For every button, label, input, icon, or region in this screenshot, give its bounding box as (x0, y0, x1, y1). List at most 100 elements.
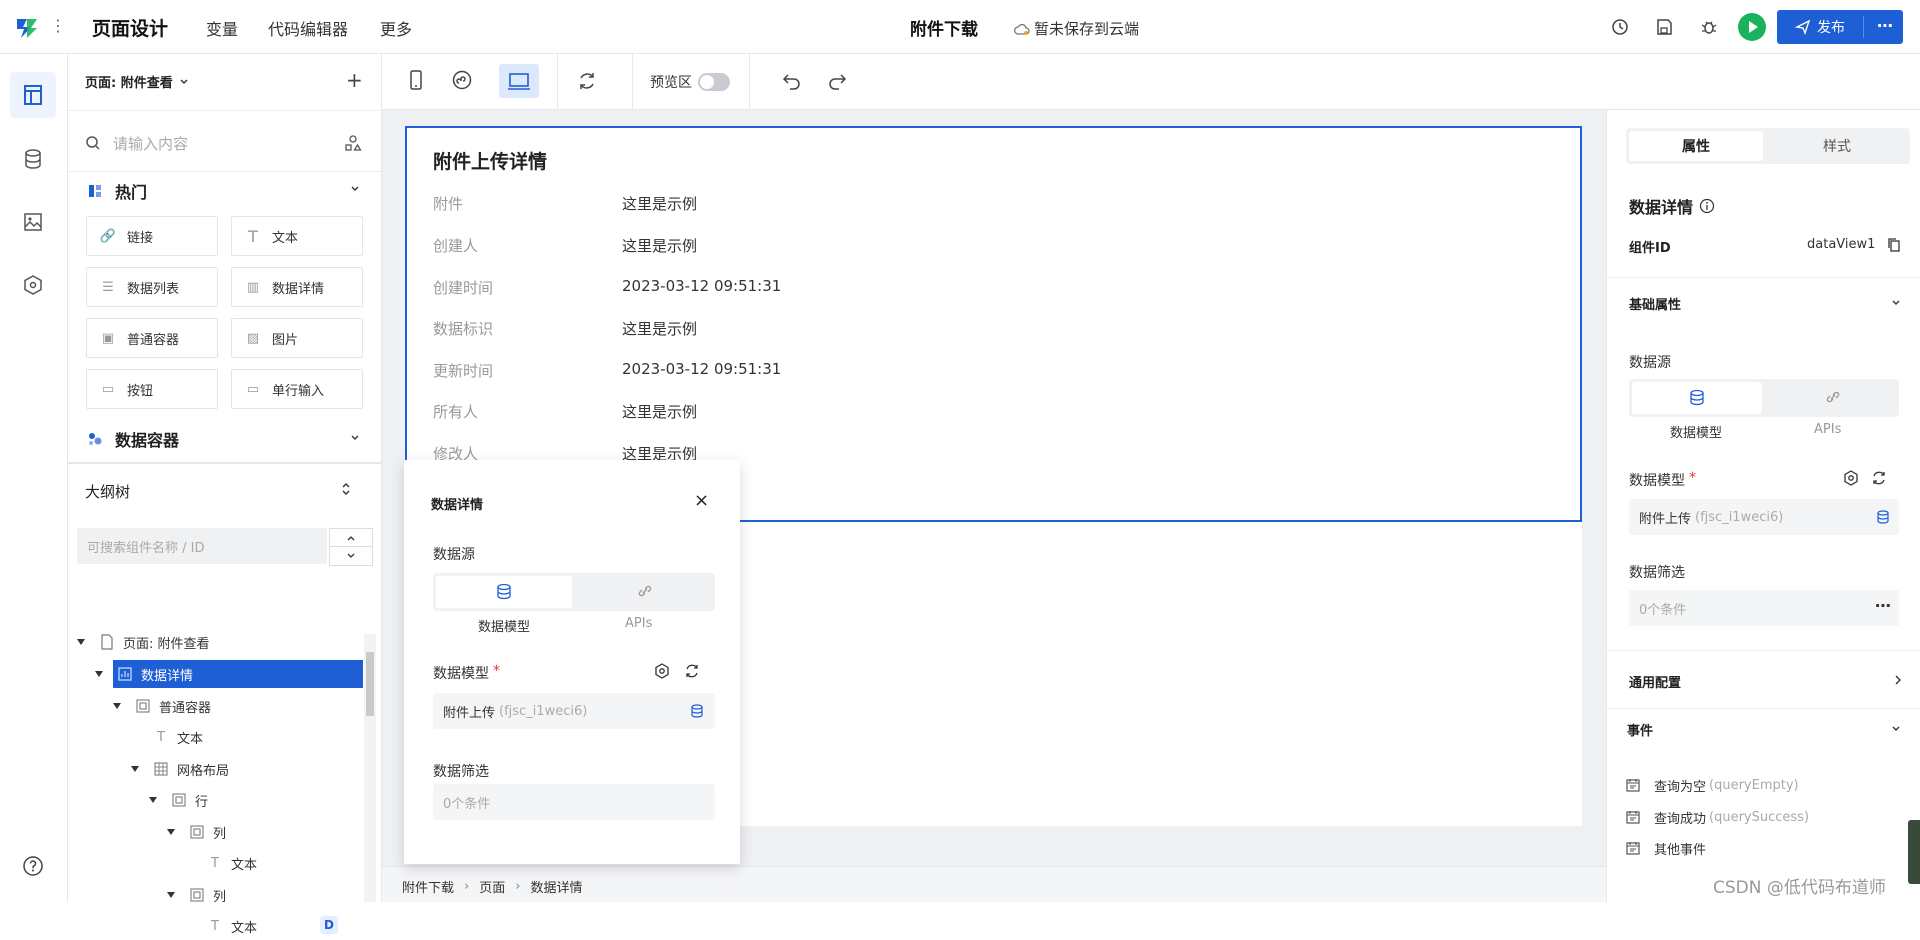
component-library-icon[interactable] (344, 134, 362, 152)
tree-node-text[interactable]: T 文本 (207, 912, 257, 940)
tab-more[interactable]: 更多 (380, 16, 412, 40)
breadcrumb-item[interactable]: 数据详情 (530, 877, 582, 896)
component-search[interactable]: 请输入内容 (85, 128, 365, 158)
popup-option-model[interactable]: 数据模型 (478, 616, 530, 635)
general-section-title[interactable]: 通用配置 (1629, 672, 1681, 691)
page-selector[interactable]: 页面: 附件查看 (85, 72, 189, 91)
event-other[interactable]: 其他事件 (1626, 839, 1706, 858)
hot-section-header[interactable]: 热门 (87, 179, 147, 203)
outline-search-input[interactable]: 可搜索组件名称 / ID (77, 528, 327, 564)
basic-section-title[interactable]: 基础属性 (1629, 294, 1681, 313)
breadcrumb-item[interactable]: 页面 (479, 877, 505, 896)
component-data-list[interactable]: ☰ 数据列表 (86, 267, 218, 307)
component-link[interactable]: 🔗 链接 (86, 216, 218, 256)
collapse-icon[interactable] (340, 481, 352, 497)
info-icon[interactable] (1699, 198, 1715, 214)
desktop-view-button[interactable] (499, 64, 539, 98)
app-menu-icon[interactable]: ⋮ (50, 16, 66, 36)
popup-option-apis[interactable]: APIs (625, 616, 652, 631)
publish-label: 发布 (1817, 20, 1845, 36)
rp-option-apis[interactable]: APIs (1814, 422, 1841, 437)
mobile-view-icon[interactable] (405, 68, 427, 92)
settings-hex-icon[interactable] (22, 274, 44, 296)
tree-node-data-detail[interactable]: 数据详情 (95, 660, 193, 688)
tree-node-container[interactable]: 普通容器 (113, 692, 211, 720)
save-icon[interactable] (1654, 17, 1674, 37)
page-selector-label: 页面: 附件查看 (85, 76, 173, 91)
close-icon[interactable]: × (694, 490, 709, 511)
tree-node-col[interactable]: 列 (167, 818, 226, 846)
tree-node-grid[interactable]: 网格布局 (131, 755, 229, 783)
event-query-empty[interactable]: 查询为空 (queryEmpty) (1626, 776, 1799, 795)
hot-section-title: 热门 (115, 183, 148, 202)
event-query-success[interactable]: 查询成功 (querySuccess) (1626, 808, 1809, 827)
rail-page-design[interactable] (10, 72, 56, 118)
rp-filter-field[interactable]: 0个条件 (1629, 590, 1899, 626)
chevron-down-icon (179, 77, 189, 87)
tab-code-editor[interactable]: 代码编辑器 (268, 16, 348, 40)
outline-scrollbar-thumb[interactable] (366, 652, 374, 716)
publish-button[interactable]: 发布 ⋯ (1777, 10, 1903, 44)
preview-toggle[interactable] (698, 73, 730, 91)
tree-node-text[interactable]: T 文本 (153, 723, 203, 751)
database-icon[interactable] (22, 148, 44, 170)
tab-styles[interactable]: 样式 (1768, 131, 1906, 161)
chevron-down-icon[interactable] (350, 184, 360, 194)
tree-node-page[interactable]: 页面: 附件查看 (77, 628, 210, 656)
link-icon[interactable] (637, 583, 653, 599)
popup-filter-field[interactable]: 0个条件 (433, 784, 715, 820)
debug-icon[interactable] (1699, 17, 1719, 37)
events-section-title[interactable]: 事件 (1627, 720, 1653, 739)
run-button[interactable] (1738, 13, 1766, 41)
button-icon: ▭ (101, 381, 115, 397)
component-button[interactable]: ▭ 按钮 (86, 369, 218, 409)
component-image[interactable]: ▨ 图片 (231, 318, 363, 358)
more-icon[interactable]: ⋯ (1875, 596, 1891, 615)
breadcrumb-item[interactable]: 附件下载 (402, 877, 454, 896)
popup-source-model[interactable] (436, 576, 572, 608)
history-icon[interactable] (1610, 17, 1630, 37)
rp-option-model[interactable]: 数据模型 (1670, 422, 1722, 441)
component-container[interactable]: ▣ 普通容器 (86, 318, 218, 358)
chevron-down-icon[interactable] (330, 547, 372, 565)
rp-model-label: 数据模型 * (1629, 470, 1696, 489)
data-container-section-header[interactable]: 数据容器 (87, 427, 179, 451)
redo-icon[interactable] (826, 70, 848, 92)
component-text[interactable]: T 文本 (231, 216, 363, 256)
component-id-label: 组件ID (1629, 241, 1671, 256)
chevron-up-icon[interactable] (330, 529, 372, 547)
tree-node-text[interactable]: T 文本 (207, 849, 257, 877)
chevron-down-icon[interactable] (1891, 298, 1901, 308)
settings-icon[interactable] (1843, 470, 1859, 486)
miniprogram-view-icon[interactable] (451, 69, 473, 91)
publish-more-icon[interactable]: ⋯ (1877, 16, 1893, 35)
undo-icon[interactable] (781, 70, 803, 92)
tab-properties[interactable]: 属性 (1629, 131, 1763, 161)
save-status: 暂未保存到云端 (1014, 18, 1139, 39)
link-icon[interactable] (1825, 389, 1841, 405)
side-widget[interactable] (1908, 820, 1920, 884)
hot-icon (87, 183, 103, 199)
add-page-icon[interactable]: + (346, 68, 363, 92)
refresh-icon[interactable] (684, 663, 700, 679)
data-detail-popup: 数据详情 × 数据源 数据模型 APIs 数据模型 * 附件上传 (fjsc_i1w… (404, 460, 740, 864)
search-input[interactable]: 请输入内容 (113, 133, 188, 154)
component-data-detail[interactable]: ▥ 数据详情 (231, 267, 363, 307)
popup-model-field[interactable]: 附件上传 (fjsc_i1weci6) (433, 693, 715, 729)
component-input[interactable]: ▭ 单行输入 (231, 369, 363, 409)
chevron-right-icon[interactable] (1893, 674, 1903, 686)
tree-node-row[interactable]: 行 (149, 786, 208, 814)
image-icon[interactable] (22, 211, 44, 233)
rp-source-model[interactable] (1632, 382, 1762, 414)
help-icon[interactable] (22, 855, 44, 877)
tab-variables[interactable]: 变量 (206, 16, 238, 40)
chevron-down-icon[interactable] (1891, 724, 1901, 734)
rp-model-field[interactable]: 附件上传 (fjsc_i1weci6) (1629, 499, 1899, 535)
refresh-icon[interactable] (1871, 470, 1887, 486)
settings-icon[interactable] (654, 663, 670, 679)
text-icon: T (211, 855, 219, 871)
chevron-down-icon[interactable] (350, 433, 360, 443)
copy-icon[interactable] (1887, 237, 1901, 253)
tree-node-col[interactable]: 列 (167, 881, 226, 909)
refresh-icon[interactable] (576, 70, 598, 92)
